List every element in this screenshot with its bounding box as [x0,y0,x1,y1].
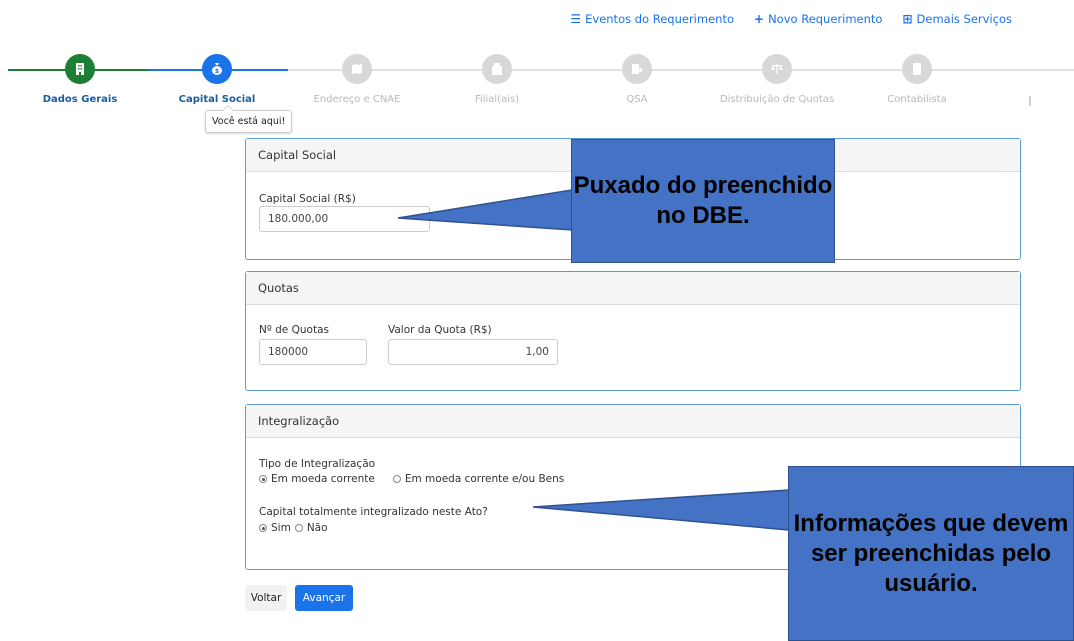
integralization-type-options: Em moeda corrente Em moeda corrente e/ou… [259,473,564,485]
list-icon: ☰ [570,12,582,26]
money-bag-icon: $ [202,54,232,84]
step-more-indicator [1029,96,1031,106]
radio-moeda-corrente-bens-label: Em moeda corrente e/ou Bens [404,473,565,485]
radio-moeda-corrente-bens[interactable] [392,475,401,483]
svg-text:$: $ [215,68,219,75]
scale-icon [762,54,792,84]
step-dados-gerais[interactable]: Dados Gerais [10,52,150,105]
callout-dbe-text: Puxado do preenchido no DBE. [573,172,833,229]
integralizacao-card-title: Integralização [246,405,1020,438]
back-button[interactable]: Voltar [245,585,287,611]
callout-user-fill-note: Informações que devem ser preenchidas pe… [788,466,1074,641]
top-navigation: ☰ Eventos do Requerimento + Novo Requeri… [570,12,1012,26]
map-icon [342,54,372,84]
radio-nao-label: Não [306,522,328,534]
step-label: Endereço e CNAE [313,94,401,105]
events-link-label: Eventos do Requerimento [585,12,734,26]
new-request-link[interactable]: + Novo Requerimento [754,12,882,26]
quotas-card: Quotas Nº de Quotas 180000 Valor da Quot… [245,271,1021,391]
quotas-card-title: Quotas [246,272,1020,305]
step-label: Contabilista [887,94,947,105]
step-filiais[interactable]: Filial(ais) [427,52,567,105]
callout-dbe-note: Puxado do preenchido no DBE. [571,139,835,263]
you-are-here-tooltip: Você está aqui! [205,105,293,133]
step-qsa[interactable]: QSA [567,52,707,105]
radio-nao[interactable] [294,524,303,532]
quotas-count-input[interactable]: 180000 [259,339,367,365]
step-label: Capital Social [178,94,256,105]
next-button[interactable]: Avançar [295,585,353,611]
capital-social-label: Capital Social (R$) [259,193,356,205]
quota-value-label: Valor da Quota (R$) [388,324,492,336]
step-label: Filial(ais) [474,94,520,105]
people-icon [622,54,652,84]
progress-stepper: Dados Gerais $ Capital Social Endereço e… [0,52,1074,122]
events-link[interactable]: ☰ Eventos do Requerimento [570,12,734,26]
sitemap-icon: ⊞ [902,12,913,26]
step-capital-social[interactable]: $ Capital Social [147,52,287,105]
person-icon [902,54,932,84]
full-integralization-label: Capital totalmente integralizado neste A… [259,506,488,518]
building-icon [65,54,95,84]
step-label: Dados Gerais [42,94,118,105]
other-services-link-label: Demais Serviços [916,12,1012,26]
capital-social-input[interactable]: 180.000,00 [259,206,430,232]
step-contabilista[interactable]: Contabilista [847,52,987,105]
branch-building-icon [482,54,512,84]
step-label: QSA [626,94,648,105]
step-label: Distribuição de Quotas [719,94,835,105]
step-endereco-cnae[interactable]: Endereço e CNAE [287,52,427,105]
radio-moeda-corrente-label: Em moeda corrente [271,473,375,485]
radio-sim[interactable] [259,524,267,532]
other-services-link[interactable]: ⊞ Demais Serviços [902,12,1012,26]
quota-value-input[interactable]: 1,00 [388,339,558,365]
full-integralization-options: Sim Não [259,522,328,534]
radio-moeda-corrente[interactable] [259,475,267,483]
new-request-link-label: Novo Requerimento [768,12,883,26]
quotas-count-label: Nº de Quotas [259,324,329,336]
plus-icon: + [754,12,765,26]
step-distribuicao-quotas[interactable]: Distribuição de Quotas [707,52,847,105]
radio-sim-label: Sim [271,522,291,534]
callout-user-fill-text: Informações que devem ser preenchidas pe… [793,509,1069,597]
integralization-type-label: Tipo de Integralização [259,458,376,470]
